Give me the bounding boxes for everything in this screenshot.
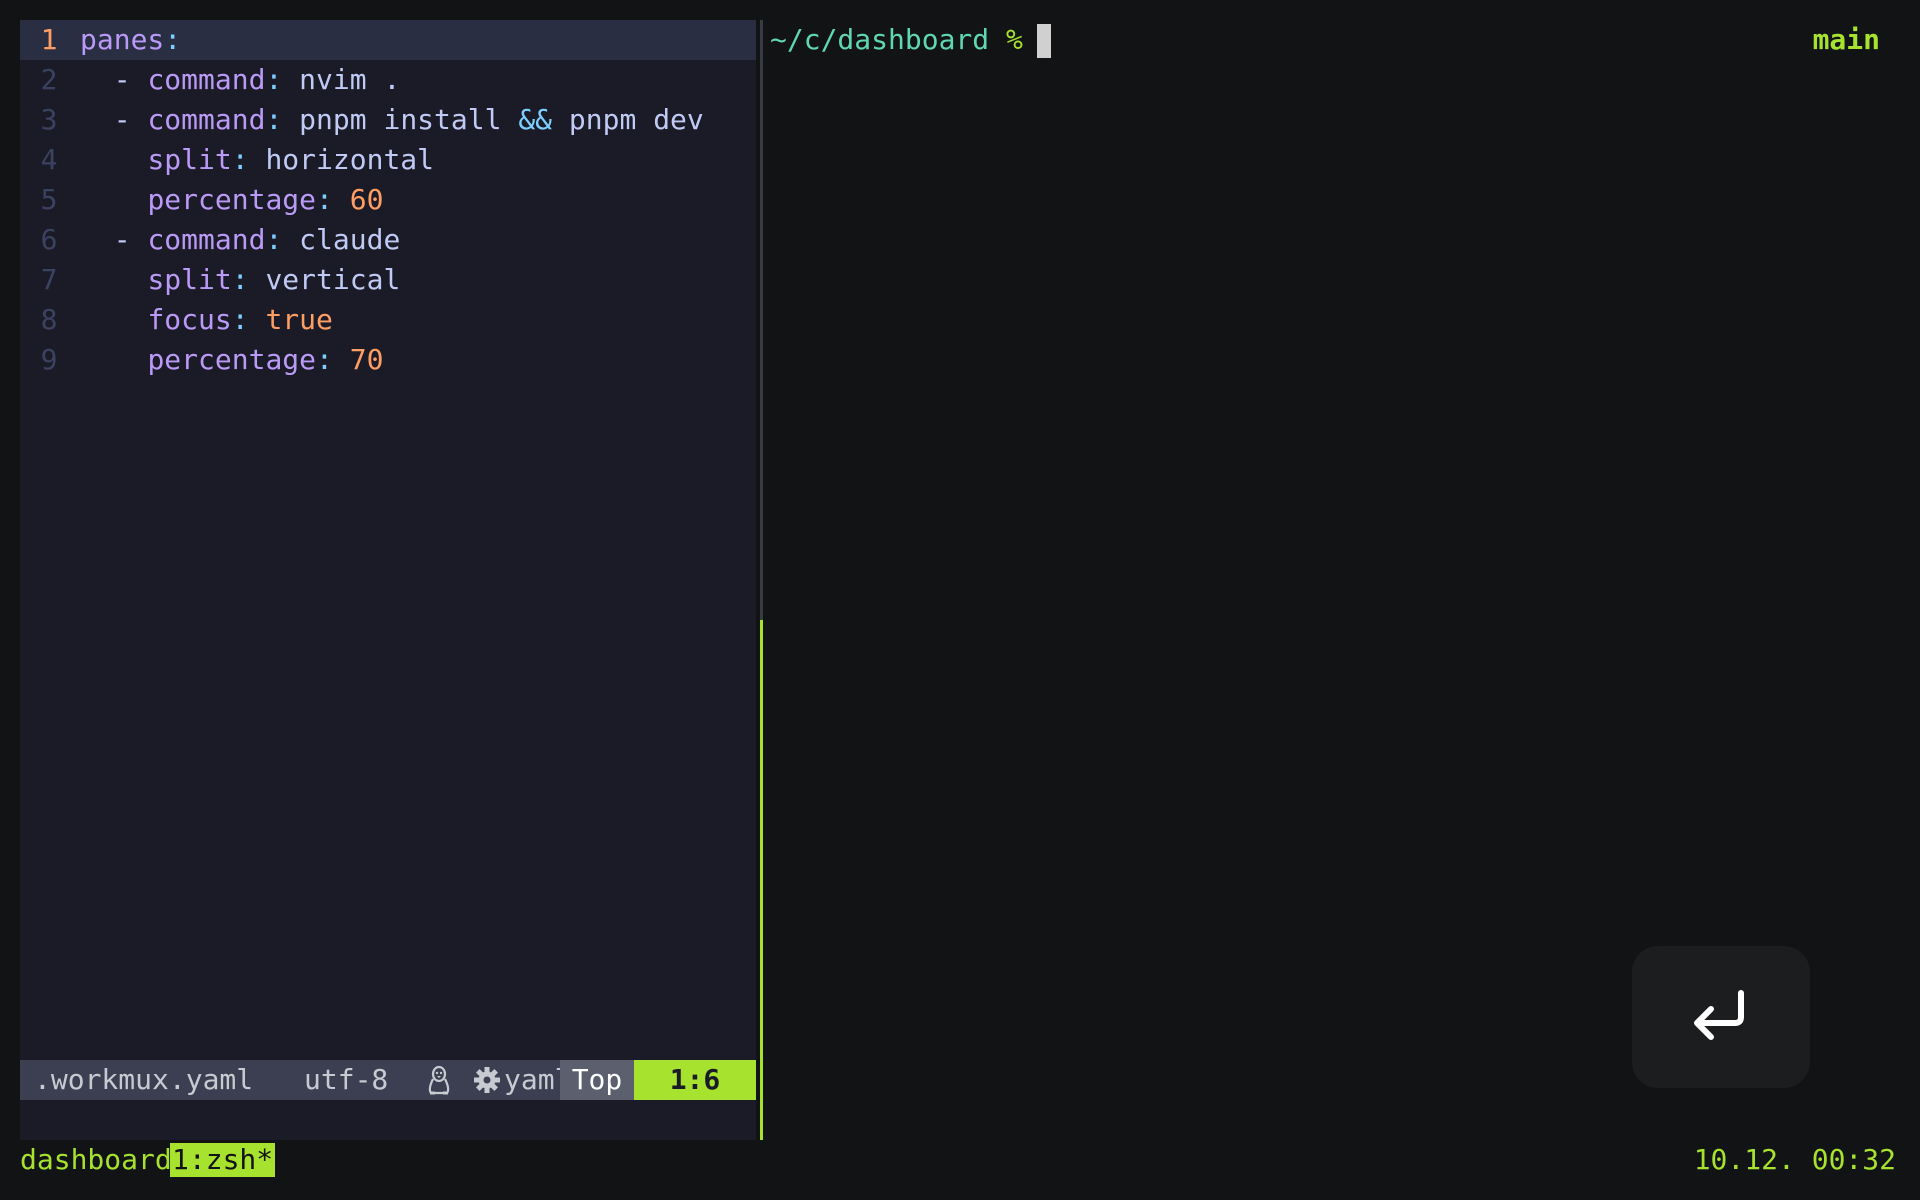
code-token: focus <box>147 303 232 336</box>
line-content: split: horizontal <box>78 140 434 180</box>
line-number: 8 <box>40 303 58 336</box>
code-token: : <box>265 103 283 136</box>
code-token: command <box>147 103 266 136</box>
code-token: : <box>316 343 333 376</box>
pane-divider-active-segment <box>760 620 763 1140</box>
line-content: split: vertical <box>78 260 400 300</box>
code-token: claude <box>282 223 401 256</box>
code-token: : <box>164 23 182 56</box>
tmux-window-tab[interactable]: 1:zsh* <box>170 1143 276 1177</box>
code-token: : <box>231 143 249 176</box>
statusline-scroll-position: Top <box>560 1060 634 1100</box>
code-token: true <box>265 303 333 336</box>
shell-prompt[interactable]: ~/c/dashboard % <box>770 20 1051 60</box>
prompt-path: ~/c/dashboard <box>770 23 990 56</box>
code-token: split <box>147 143 232 176</box>
code-token: pnpm dev <box>552 103 704 136</box>
code-token: split <box>147 263 232 296</box>
terminal-window: 1 panes: 2 - command: nvim .3 - command: p… <box>0 0 1920 1200</box>
prompt-symbol: % <box>1006 23 1023 56</box>
code-token: command <box>147 223 266 256</box>
line-number: 2 <box>40 63 58 96</box>
code-token: pnpm install <box>282 103 519 136</box>
line-content: percentage: 60 <box>78 180 383 220</box>
code-token: : <box>231 263 249 296</box>
code-line[interactable]: 6 - command: claude <box>20 220 756 260</box>
tmux-status-bar: dashboard 1:zsh* 10.12. 00:32 <box>0 1140 1920 1180</box>
gear-icon <box>472 1060 502 1100</box>
code-line[interactable]: 4 split: horizontal <box>20 140 756 180</box>
code-token: 60 <box>349 183 384 216</box>
git-branch-indicator: main <box>1812 23 1880 56</box>
code-token: - <box>113 103 131 136</box>
line-number: 6 <box>40 223 58 256</box>
code-token: : <box>316 183 333 216</box>
code-token: percentage <box>147 343 317 376</box>
line-content: panes: <box>78 20 181 60</box>
code-token: percentage <box>147 183 317 216</box>
line-number: 1 <box>40 23 58 56</box>
line-number: 3 <box>40 103 58 136</box>
code-token: nvim . <box>282 63 401 96</box>
code-line[interactable]: 3 - command: pnpm install && pnpm dev <box>20 100 756 140</box>
code-token: && <box>518 103 553 136</box>
code-line[interactable]: 9 percentage: 70 <box>20 340 756 380</box>
tmux-clock: 10.12. 00:32 <box>1693 1143 1896 1176</box>
code-line[interactable]: 7 split: vertical <box>20 260 756 300</box>
code-line[interactable]: 1 panes: <box>20 20 756 60</box>
line-content: - command: nvim . <box>78 60 401 100</box>
statusline-filename: .workmux.yaml <box>34 1063 254 1096</box>
line-content: focus: true <box>78 300 333 340</box>
code-token: : <box>231 303 249 336</box>
editor-statusline: .workmux.yaml utf-8 yaml Top 1:6 <box>20 1060 756 1100</box>
code-token: command <box>147 63 266 96</box>
line-number: 9 <box>40 343 58 376</box>
code-token: panes <box>80 23 165 56</box>
enter-key-button[interactable] <box>1632 946 1810 1088</box>
statusline-cursor-position: 1:6 <box>634 1060 756 1100</box>
statusline-encoding: utf-8 <box>304 1063 389 1096</box>
editor-buffer[interactable]: 1 panes: 2 - command: nvim .3 - command: p… <box>20 20 756 380</box>
code-token: - <box>113 223 131 256</box>
line-content: - command: claude <box>78 220 401 260</box>
code-token: - <box>113 63 131 96</box>
code-line[interactable]: 8 focus: true <box>20 300 756 340</box>
code-token: vertical <box>248 263 401 296</box>
code-token: horizontal <box>248 143 435 176</box>
code-token: 70 <box>349 343 384 376</box>
line-content: percentage: 70 <box>78 340 383 380</box>
line-number: 7 <box>40 263 58 296</box>
line-number: 5 <box>40 183 58 216</box>
code-line[interactable]: 2 - command: nvim . <box>20 60 756 100</box>
code-token: : <box>265 223 283 256</box>
code-line[interactable]: 5 percentage: 60 <box>20 180 756 220</box>
editor-pane[interactable]: 1 panes: 2 - command: nvim .3 - command: p… <box>20 20 756 1140</box>
terminal-cursor <box>1036 24 1051 58</box>
enter-key-icon <box>1689 987 1753 1047</box>
line-content: - command: pnpm install && pnpm dev <box>78 100 704 140</box>
tmux-session-name: dashboard <box>20 1143 172 1176</box>
line-number: 4 <box>40 143 58 176</box>
code-token: : <box>265 63 283 96</box>
linux-penguin-icon <box>424 1060 458 1100</box>
